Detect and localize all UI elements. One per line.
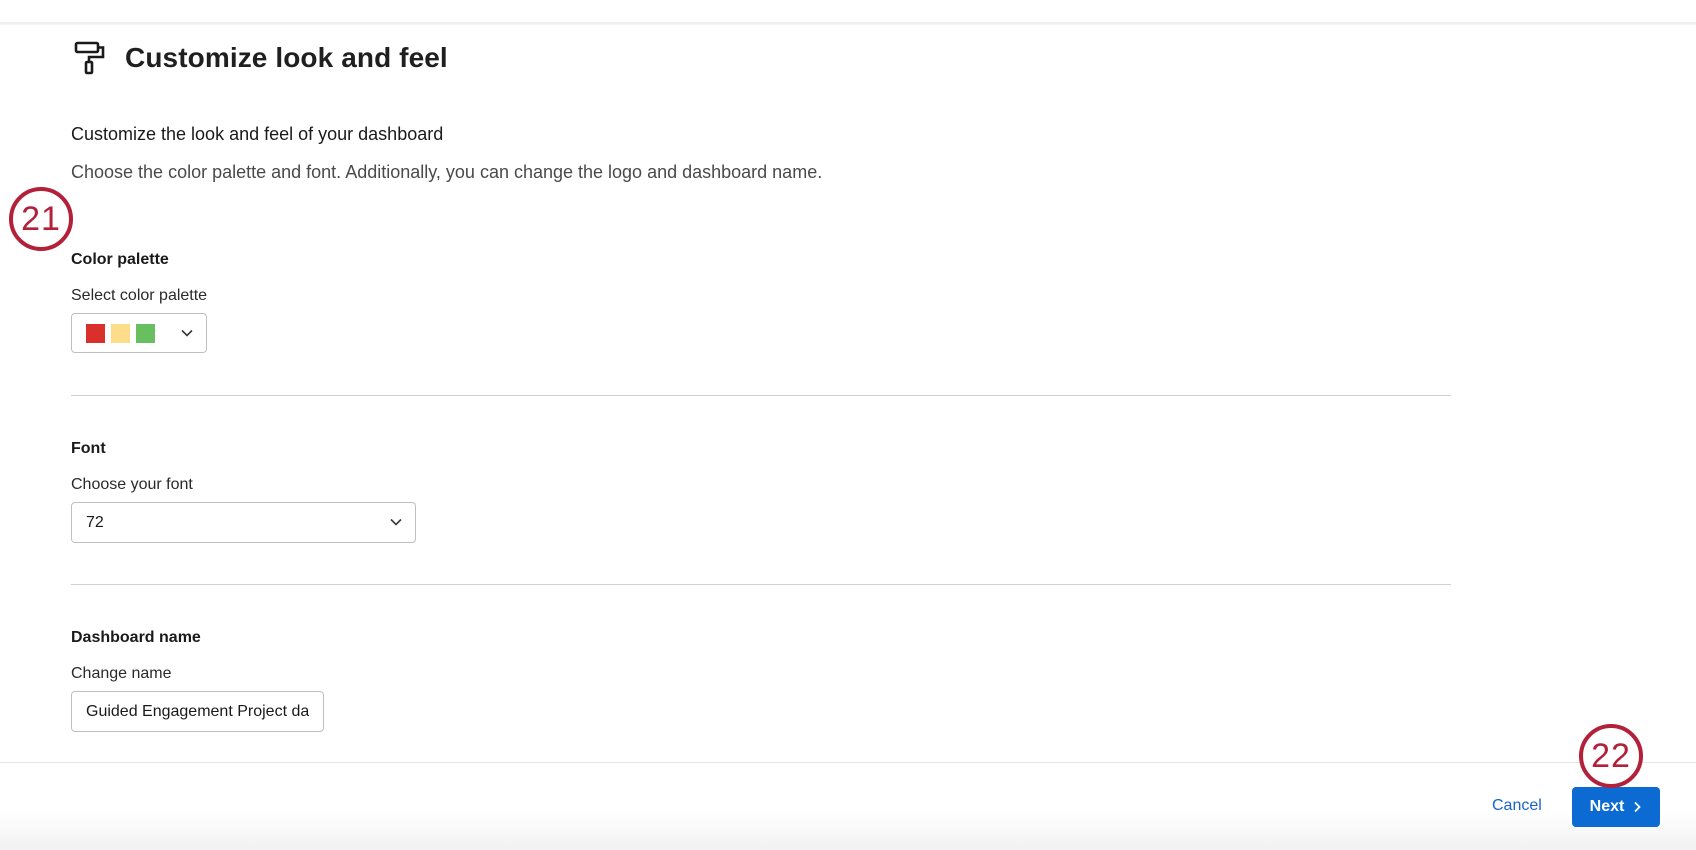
step-marker-21: 21 — [9, 187, 73, 251]
color-palette-section-title: Color palette — [71, 251, 169, 268]
dashboard-name-input[interactable] — [71, 691, 324, 732]
font-select-value: 72 — [86, 514, 104, 531]
font-select[interactable]: 72 — [71, 502, 416, 543]
intro-title: Customize the look and feel of your dash… — [71, 124, 444, 144]
color-palette-select[interactable] — [71, 313, 207, 353]
step-marker-22: 22 — [1579, 724, 1643, 788]
customize-look-and-feel-page: Customize look and feel Customize the lo… — [0, 0, 1696, 850]
chevron-down-icon — [390, 518, 402, 526]
section-divider — [71, 584, 1451, 585]
swatch-red — [86, 323, 105, 343]
swatch-yellow — [111, 323, 130, 343]
color-palette-label: Select color palette — [71, 287, 208, 304]
footer-bar — [0, 762, 1696, 850]
next-button[interactable]: Next — [1572, 787, 1660, 827]
chevron-down-icon — [181, 329, 193, 337]
top-divider — [0, 22, 1696, 25]
page-title: Customize look and feel — [125, 42, 448, 73]
cancel-button[interactable]: Cancel — [1492, 797, 1542, 815]
font-section-title: Font — [71, 440, 106, 457]
dashboard-name-label: Change name — [71, 665, 172, 682]
chevron-right-icon — [1634, 801, 1642, 813]
intro-description: Choose the color palette and font. Addit… — [71, 162, 823, 182]
next-button-label: Next — [1589, 798, 1625, 815]
dashboard-name-section-title: Dashboard name — [71, 629, 201, 646]
section-divider — [71, 395, 1451, 396]
page-header: Customize look and feel — [72, 40, 448, 76]
font-label: Choose your font — [71, 476, 193, 493]
swatch-green — [136, 323, 155, 343]
paint-roller-icon — [72, 40, 108, 76]
